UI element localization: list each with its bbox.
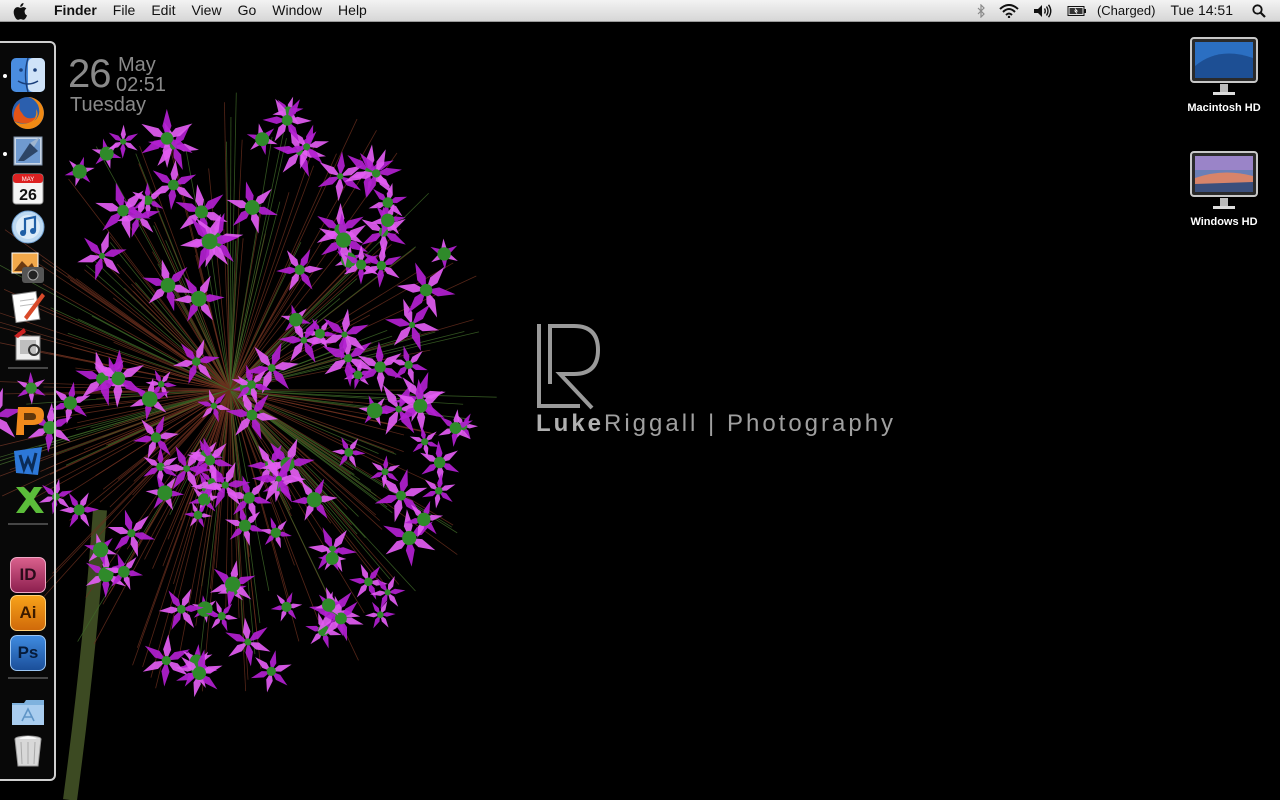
clock-day-number: 26 <box>68 52 111 96</box>
watermark-first-name: Luke <box>536 410 605 437</box>
bluetooth-icon[interactable] <box>970 3 992 18</box>
powerpoint-icon[interactable] <box>10 403 46 439</box>
ical-icon[interactable]: MAY 26 <box>10 171 46 207</box>
menu-window[interactable]: Window <box>264 0 330 21</box>
mail-icon[interactable] <box>10 133 46 169</box>
illustrator-icon[interactable]: Ai <box>10 595 46 631</box>
dock: MAY 26 ID Ai Ps <box>0 41 56 781</box>
menu-view[interactable]: View <box>183 0 229 21</box>
trash-icon[interactable] <box>10 733 46 769</box>
menu-bar: Finder File Edit View Go Window Help (Ch… <box>0 0 1280 22</box>
finder-icon[interactable] <box>10 57 46 93</box>
spotlight-search-icon[interactable] <box>1245 3 1280 18</box>
menu-help[interactable]: Help <box>330 0 375 21</box>
indesign-glyph: ID <box>19 565 37 584</box>
word-icon[interactable] <box>10 443 46 479</box>
menu-file[interactable]: File <box>105 0 144 21</box>
macintosh-hd-icon[interactable]: Macintosh HD <box>1174 36 1274 116</box>
menu-edit[interactable]: Edit <box>143 0 183 21</box>
windows-hd-icon[interactable]: Windows HD <box>1174 150 1274 230</box>
illustrator-glyph: Ai <box>19 603 37 622</box>
excel-icon[interactable] <box>10 481 46 517</box>
battery-icon[interactable] <box>1060 5 1090 17</box>
desktop-icon-label: Macintosh HD <box>1187 102 1261 114</box>
clock-time: 02:51 <box>116 74 167 96</box>
volume-icon[interactable] <box>1026 3 1060 18</box>
desktop-icon-label: Windows HD <box>1190 216 1258 228</box>
photoshop-glyph: Ps <box>17 643 39 662</box>
menu-app-name[interactable]: Finder <box>42 0 105 21</box>
dock-separator <box>8 367 48 369</box>
wifi-icon[interactable] <box>992 3 1026 18</box>
desktop[interactable]: Finder File Edit View Go Window Help (Ch… <box>0 0 1280 800</box>
watermark-rest: Riggall | Photography <box>604 410 897 437</box>
menubar-clock[interactable]: Tue 14:51 <box>1162 0 1245 21</box>
battery-status-text[interactable]: (Charged) <box>1090 0 1163 21</box>
indesign-icon[interactable]: ID <box>10 557 46 593</box>
lr-logo-mark <box>537 324 601 410</box>
photoshop-icon[interactable]: Ps <box>10 635 46 671</box>
dock-separator <box>8 677 48 679</box>
itunes-icon[interactable] <box>10 209 46 245</box>
menu-go[interactable]: Go <box>230 0 265 21</box>
apple-menu-icon[interactable] <box>0 0 42 21</box>
clock-weekday: Tuesday <box>70 94 146 116</box>
ical-month: MAY <box>22 177 35 183</box>
textedit-icon[interactable] <box>10 287 46 323</box>
desktop-clock-widget[interactable]: 26 May 02:51 Tuesday <box>68 52 198 118</box>
clock-month: May <box>118 54 156 76</box>
flower-wallpaper-art <box>0 92 497 800</box>
dock-separator <box>8 523 48 525</box>
firefox-icon[interactable] <box>10 95 46 131</box>
iphoto-icon[interactable] <box>10 249 46 285</box>
display-icon <box>1190 37 1258 95</box>
applications-folder-icon[interactable] <box>10 693 46 729</box>
running-indicator <box>3 74 7 78</box>
ical-day: 26 <box>19 187 37 204</box>
display-icon <box>1190 151 1258 209</box>
running-indicator <box>3 152 7 156</box>
wallpaper-watermark-text: LukeRiggall | Photography <box>536 410 896 438</box>
preview-icon[interactable] <box>10 326 46 362</box>
